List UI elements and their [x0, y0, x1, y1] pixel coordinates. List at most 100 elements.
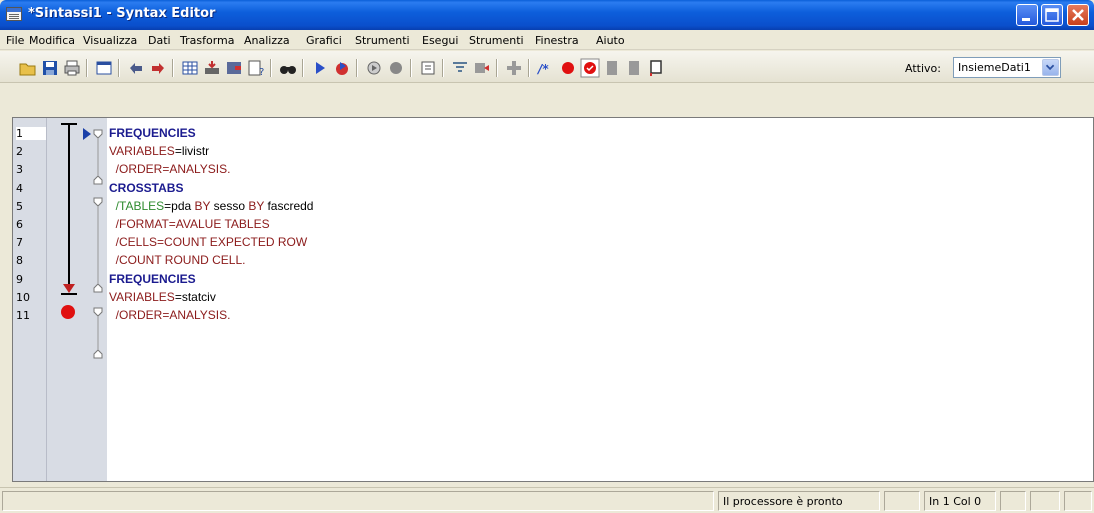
active-dataset-value: InsiemeDati1: [958, 61, 1031, 74]
code-token: /CELLS=COUNT EXPECTED ROW: [109, 235, 308, 250]
goto-case-button[interactable]: [202, 58, 222, 78]
code-token: VARIABLES: [109, 144, 175, 159]
code-line[interactable]: VARIABLES=statciv: [109, 290, 216, 304]
menu-finestra[interactable]: Finestra: [535, 34, 579, 47]
code-line[interactable]: /ORDER=ANALYSIS.: [109, 308, 231, 322]
goto-case-icon: [205, 61, 219, 74]
status-processor: Il processore è pronto: [718, 491, 880, 511]
menu-modifica[interactable]: Modifica: [29, 34, 75, 47]
find-button[interactable]: [278, 58, 298, 78]
menu-dati[interactable]: Dati: [148, 34, 171, 47]
line-number: 7: [16, 236, 23, 250]
syntax-editor-area[interactable]: 1 2 3 4 5 6 7 8 9 10 11 FREQUENCIES VARIABLES=livis…: [12, 117, 1094, 482]
minimize-button[interactable]: [1016, 4, 1038, 26]
run-to-end-button[interactable]: [386, 58, 406, 78]
code-token: FREQUENCIES: [109, 271, 196, 286]
open-button[interactable]: [18, 58, 38, 78]
insert-button[interactable]: [504, 58, 524, 78]
run-all-button[interactable]: [364, 58, 384, 78]
line-number: 5: [16, 199, 23, 213]
menu-strumenti[interactable]: Strumenti: [355, 34, 410, 47]
code-line[interactable]: CROSSTABS: [109, 181, 183, 195]
minimize-icon: [1022, 18, 1030, 21]
menu-file[interactable]: File: [6, 34, 24, 47]
window-title: *Sintassi1 - Syntax Editor: [28, 6, 216, 21]
maximize-button[interactable]: [1041, 4, 1063, 26]
status-cell-empty: [1000, 491, 1026, 511]
code-line[interactable]: VARIABLES=livistr: [109, 144, 209, 158]
goto-data-button[interactable]: [180, 58, 200, 78]
toolbar-separator: [86, 59, 88, 77]
code-token: =pda: [164, 198, 195, 213]
print-button[interactable]: [62, 58, 82, 78]
save-button[interactable]: [40, 58, 60, 78]
run-stop-button[interactable]: [332, 58, 352, 78]
status-bar: Il processore è pronto In 1 Col 0: [0, 487, 1094, 513]
uncomment-button[interactable]: [472, 58, 492, 78]
bookmark-button[interactable]: [602, 58, 622, 78]
menu-trasforma[interactable]: Trasforma: [180, 34, 234, 47]
redo-button[interactable]: [148, 58, 168, 78]
goto-variable-button[interactable]: [224, 58, 244, 78]
close-button[interactable]: [1067, 4, 1089, 26]
goto-variable-icon: [227, 62, 241, 74]
breakpoint-button[interactable]: [558, 58, 578, 78]
bookmark-prev-button[interactable]: [624, 58, 644, 78]
validate-button[interactable]: [580, 58, 600, 78]
toolbar-separator: [270, 59, 272, 77]
cursor-position: In 1 Col 0: [929, 495, 982, 508]
toolbar-separator: [302, 59, 304, 77]
syntax-editor-app-icon[interactable]: [6, 7, 22, 21]
save-icon: [43, 61, 57, 75]
code-line[interactable]: FREQUENCIES: [109, 272, 196, 286]
comment-button[interactable]: [450, 58, 470, 78]
bookmark-prev-icon: [629, 61, 639, 75]
toolbar-separator: [410, 59, 412, 77]
run-to-end-icon: [390, 62, 402, 74]
toolbar-separator: [172, 59, 174, 77]
title-bar[interactable]: *Sintassi1 - Syntax Editor: [0, 0, 1094, 30]
redo-icon: [152, 63, 164, 74]
status-cell-empty: [1064, 491, 1092, 511]
toggle-bookmark-button[interactable]: [418, 58, 438, 78]
run-button[interactable]: [310, 58, 330, 78]
status-cell-main: [2, 491, 714, 511]
code-token: /FORMAT=AVALUE TABLES: [109, 217, 270, 231]
stop-icon: [336, 62, 348, 75]
code-line[interactable]: /CELLS=COUNT EXPECTED ROW: [109, 235, 308, 250]
code-token: fascredd: [264, 198, 314, 213]
code-token: FREQUENCIES: [109, 126, 196, 140]
menu-esegui[interactable]: Esegui: [422, 34, 458, 47]
menu-strumenti-2[interactable]: Strumenti: [469, 34, 524, 47]
bookmark-next-button[interactable]: [646, 58, 666, 78]
menu-visualizza[interactable]: Visualizza: [83, 34, 137, 47]
line-number: 1: [16, 127, 46, 140]
menu-bar: File Modifica Visualizza Dati Trasforma …: [0, 30, 1094, 50]
menu-aiuto[interactable]: Aiuto: [596, 34, 625, 47]
active-dataset-select[interactable]: InsiemeDati1: [953, 57, 1061, 78]
line-number: 3: [16, 163, 23, 177]
breakpoint-gutter[interactable]: [47, 118, 107, 481]
comment-icon: [453, 62, 467, 72]
code-line[interactable]: /FORMAT=AVALUE TABLES: [109, 217, 270, 231]
menu-grafici[interactable]: Grafici: [306, 34, 342, 47]
variables-button[interactable]: ?: [246, 58, 266, 78]
toggle-bookmark-icon: [421, 61, 435, 75]
undo-icon: [130, 63, 142, 74]
menu-analizza[interactable]: Analizza: [244, 34, 290, 47]
find-icon: [280, 66, 296, 74]
status-message: Il processore è pronto: [723, 495, 843, 508]
undo-button[interactable]: [126, 58, 146, 78]
comment-selection-button[interactable]: /*: [536, 58, 556, 78]
active-dataset-label: Attivo:: [905, 62, 941, 75]
line-number: 10: [16, 290, 30, 304]
code-line[interactable]: /ORDER=ANALYSIS.: [109, 162, 231, 176]
line-number: 6: [16, 218, 23, 231]
code-line[interactable]: /TABLES=pda BY sesso BY fascredd: [109, 198, 314, 213]
code-line[interactable]: FREQUENCIES: [109, 126, 196, 140]
dropdown-arrow-button[interactable]: [1042, 59, 1059, 76]
code-token: BY: [194, 198, 211, 213]
insert-icon: [507, 61, 521, 75]
dialog-recall-button[interactable]: [94, 58, 114, 78]
code-line[interactable]: /COUNT ROUND CELL.: [109, 253, 246, 267]
